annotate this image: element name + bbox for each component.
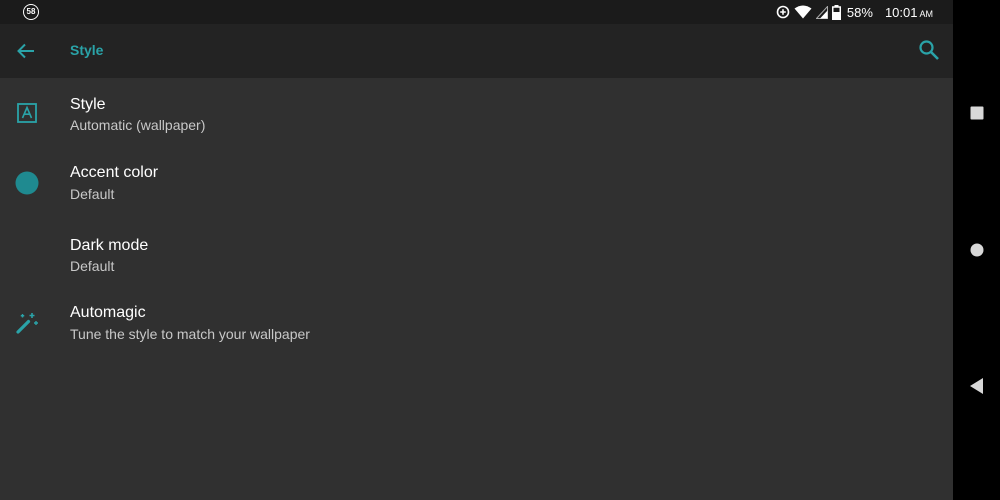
nav-back-button[interactable]: [953, 366, 1000, 406]
recents-icon: [970, 106, 983, 120]
setting-accent-color[interactable]: Accent color Default: [0, 150, 953, 218]
clock-suffix: AM: [919, 8, 934, 19]
cell-signal-icon: [815, 5, 828, 19]
navigation-bar: [953, 0, 1000, 500]
status-bar: 58 58% 10:01 AM: [0, 0, 953, 24]
recents-button[interactable]: [953, 93, 1000, 133]
search-icon: [919, 40, 939, 60]
setting-title: Style: [70, 96, 106, 113]
arrow-back-icon: [17, 43, 34, 59]
setting-title: Accent color: [70, 164, 159, 181]
style-icon: [14, 100, 40, 126]
home-icon: [970, 243, 983, 257]
magic-wand-icon: [14, 310, 40, 336]
settings-screen: 58 58% 10:01 AM Style Style Automatic (w…: [0, 0, 953, 500]
search-button[interactable]: [917, 38, 941, 62]
setting-style[interactable]: Style Automatic (wallpaper): [0, 80, 953, 148]
setting-title: Automagic: [70, 304, 146, 321]
toolbar: Style: [0, 24, 953, 78]
setting-summary: Default: [70, 186, 115, 202]
home-button[interactable]: [953, 230, 1000, 270]
status-indicators: 58% 10:01 AM: [776, 0, 933, 24]
clock-time: 10:01: [884, 4, 918, 20]
setting-automagic[interactable]: Automagic Tune the style to match your w…: [0, 290, 953, 358]
setting-title: Dark mode: [70, 237, 149, 254]
back-button[interactable]: [14, 39, 38, 63]
setting-summary: Default: [70, 258, 115, 274]
clock: 10:01 AM: [885, 5, 933, 20]
page-title: Style: [70, 42, 104, 58]
data-saver-icon: [776, 5, 790, 19]
notification-badge: 58: [23, 4, 39, 20]
setting-dark-mode[interactable]: Dark mode Default: [0, 222, 953, 290]
battery-icon: [831, 4, 841, 20]
back-icon: [969, 378, 983, 394]
setting-summary: Automatic (wallpaper): [70, 117, 206, 133]
setting-summary: Tune the style to match your wallpaper: [70, 326, 310, 342]
accent-color-icon: [14, 170, 40, 196]
battery-percent: 58%: [846, 4, 873, 20]
wifi-icon: [794, 5, 812, 19]
